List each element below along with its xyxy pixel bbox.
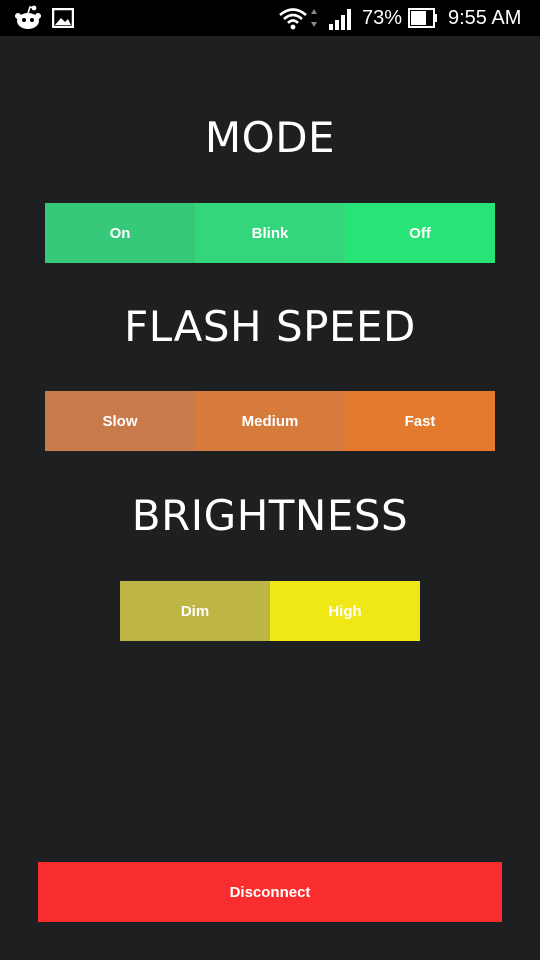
- flash-speed-selector: Slow Medium Fast: [45, 391, 495, 451]
- image-icon: [51, 7, 75, 33]
- status-bar: 73% 9:55 AM: [0, 0, 540, 36]
- reddit-alien-icon: [14, 5, 42, 36]
- mode-off-button[interactable]: Off: [345, 203, 495, 263]
- flash-speed-heading: FLASH SPEED: [124, 302, 416, 351]
- brightness-dim-button[interactable]: Dim: [120, 581, 270, 641]
- wifi-icon: [278, 6, 308, 35]
- data-arrows-icon: [310, 8, 318, 33]
- disconnect-button[interactable]: Disconnect: [38, 862, 502, 922]
- mode-blink-button[interactable]: Blink: [195, 203, 345, 263]
- battery-percent: 73%: [362, 7, 403, 29]
- cellular-signal-icon: [328, 8, 354, 35]
- battery-icon: [408, 8, 438, 33]
- mode-heading: MODE: [204, 113, 336, 162]
- brightness-selector: Dim High: [120, 581, 420, 641]
- speed-fast-button[interactable]: Fast: [345, 391, 495, 451]
- speed-medium-button[interactable]: Medium: [195, 391, 345, 451]
- clock: 9:55 AM: [448, 7, 522, 29]
- speed-slow-button[interactable]: Slow: [45, 391, 195, 451]
- brightness-heading: BRIGHTNESS: [131, 491, 409, 540]
- mode-selector: On Blink Off: [45, 203, 495, 263]
- brightness-high-button[interactable]: High: [270, 581, 420, 641]
- mode-on-button[interactable]: On: [45, 203, 195, 263]
